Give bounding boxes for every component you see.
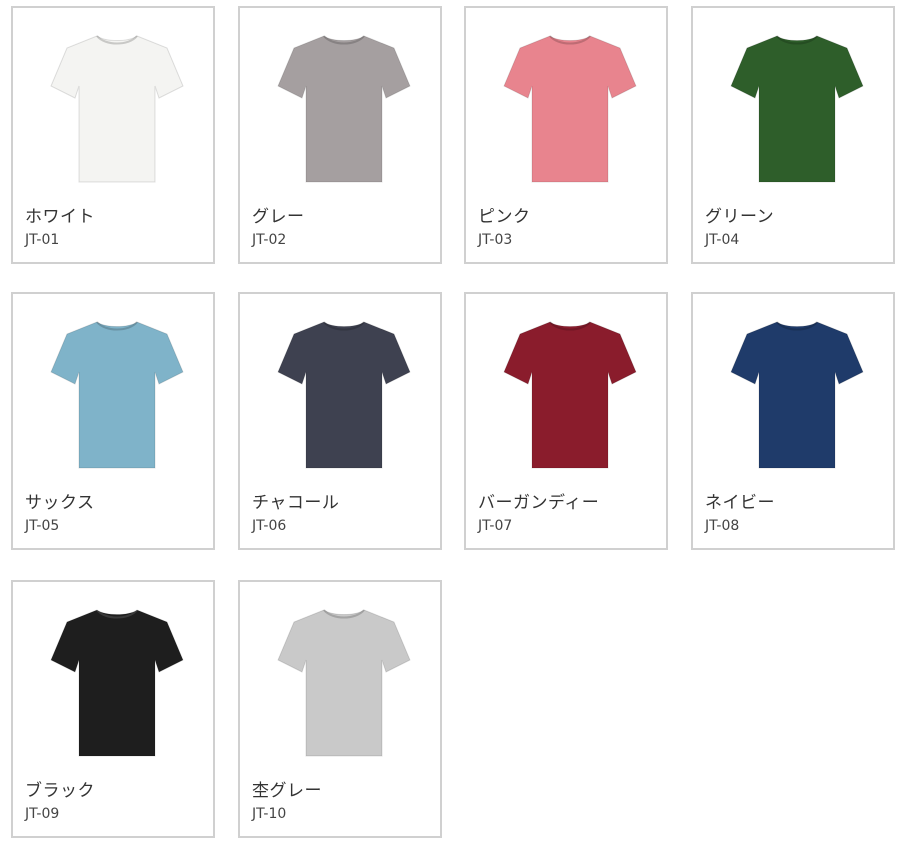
product-name: 杢グレー <box>252 781 322 801</box>
product-card-jt-10[interactable]: 杢グレー JT-10 <box>238 580 442 838</box>
product-card-jt-01[interactable]: ホワイト JT-01 <box>11 6 215 264</box>
product-code: JT-05 <box>25 518 60 534</box>
burgundy-tshirt-icon <box>503 321 637 469</box>
product-code: JT-01 <box>25 232 60 248</box>
product-code: JT-10 <box>252 806 287 822</box>
white-tshirt-icon <box>50 35 184 183</box>
charcoal-tshirt-icon <box>277 321 411 469</box>
product-name: グリーン <box>705 207 775 227</box>
product-card-jt-04[interactable]: グリーン JT-04 <box>691 6 895 264</box>
product-code: JT-03 <box>478 232 513 248</box>
product-card-jt-05[interactable]: サックス JT-05 <box>11 292 215 550</box>
product-code: JT-04 <box>705 232 740 248</box>
navy-tshirt-icon <box>730 321 864 469</box>
heather-gray-tshirt-icon <box>277 609 411 757</box>
product-name: チャコール <box>252 493 340 513</box>
product-name: グレー <box>252 207 305 227</box>
product-card-jt-03[interactable]: ピンク JT-03 <box>464 6 668 264</box>
product-card-jt-09[interactable]: ブラック JT-09 <box>11 580 215 838</box>
product-code: JT-06 <box>252 518 287 534</box>
product-name: ホワイト <box>25 207 95 227</box>
product-name: ピンク <box>478 207 531 227</box>
product-name: ブラック <box>25 781 95 801</box>
product-name: バーガンディー <box>478 493 600 513</box>
product-code: JT-09 <box>25 806 60 822</box>
sax-tshirt-icon <box>50 321 184 469</box>
product-code: JT-07 <box>478 518 513 534</box>
product-name: ネイビー <box>705 493 775 513</box>
pink-tshirt-icon <box>503 35 637 183</box>
product-card-jt-06[interactable]: チャコール JT-06 <box>238 292 442 550</box>
product-code: JT-02 <box>252 232 287 248</box>
product-card-jt-07[interactable]: バーガンディー JT-07 <box>464 292 668 550</box>
black-tshirt-icon <box>50 609 184 757</box>
product-code: JT-08 <box>705 518 740 534</box>
gray-tshirt-icon <box>277 35 411 183</box>
green-tshirt-icon <box>730 35 864 183</box>
product-name: サックス <box>25 493 95 513</box>
product-card-jt-02[interactable]: グレー JT-02 <box>238 6 442 264</box>
product-card-jt-08[interactable]: ネイビー JT-08 <box>691 292 895 550</box>
product-color-grid: ホワイト JT-01 グレー JT-02 ピンク JT-03 グリーン JT-0… <box>0 0 900 851</box>
